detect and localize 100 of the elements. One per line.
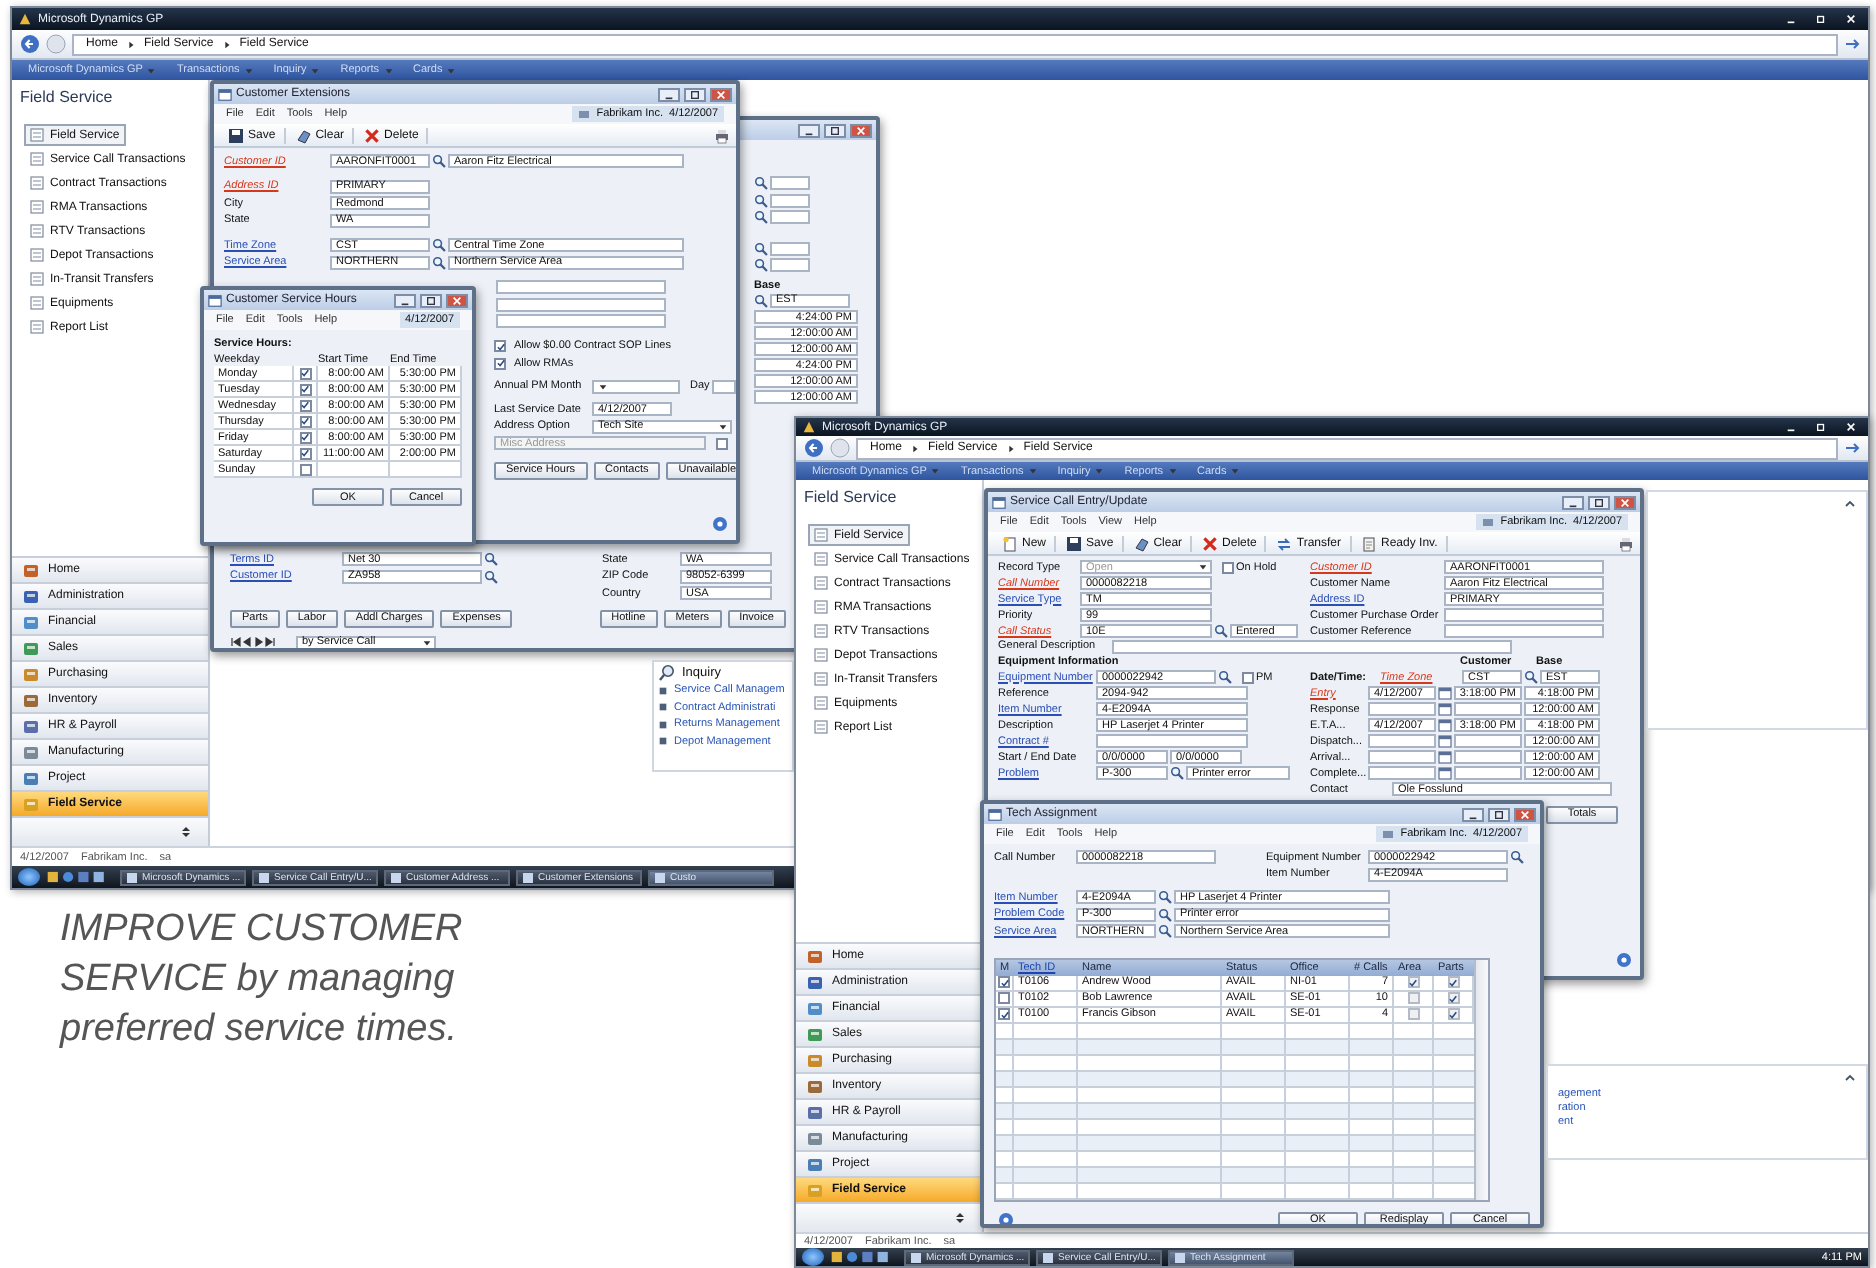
date-field[interactable] <box>1368 702 1436 716</box>
help-icon[interactable] <box>998 1212 1014 1224</box>
help-icon[interactable] <box>712 516 728 532</box>
maximize-icon <box>690 89 700 99</box>
checkbox[interactable] <box>299 447 311 459</box>
search-icon[interactable] <box>754 258 768 273</box>
checkbox[interactable] <box>1242 671 1254 683</box>
date-field[interactable] <box>1368 734 1436 748</box>
window-icon <box>258 871 270 883</box>
bullet-icon <box>658 736 668 747</box>
back-icon[interactable] <box>804 438 824 458</box>
input-field[interactable] <box>770 241 810 256</box>
maximize-button[interactable] <box>684 87 706 101</box>
date-field[interactable] <box>1368 766 1436 780</box>
input-field[interactable] <box>496 297 666 312</box>
calendar-icon[interactable] <box>1438 702 1452 716</box>
search-icon[interactable] <box>1218 670 1232 684</box>
caret-icon <box>1167 466 1178 476</box>
input-field[interactable] <box>770 258 810 273</box>
search-icon[interactable] <box>484 569 498 584</box>
start-button[interactable] <box>802 1248 824 1266</box>
list-icon <box>30 320 44 334</box>
chevron-icon <box>910 443 921 453</box>
maximize-button[interactable] <box>1488 807 1510 821</box>
search-icon[interactable] <box>1214 624 1228 638</box>
input-field[interactable] <box>1444 608 1604 622</box>
input-field[interactable] <box>711 379 736 394</box>
description-input[interactable] <box>1112 639 1512 653</box>
input-field[interactable] <box>496 280 666 295</box>
checkbox[interactable] <box>299 367 311 379</box>
search-icon[interactable] <box>1510 850 1524 865</box>
time-field[interactable] <box>1454 766 1522 780</box>
refresh-icon[interactable] <box>1844 440 1860 456</box>
search-icon[interactable] <box>432 238 446 253</box>
checkbox[interactable] <box>299 463 311 475</box>
list-icon <box>814 648 828 662</box>
input-field[interactable] <box>496 314 666 329</box>
checkbox[interactable] <box>998 976 1010 988</box>
caret-icon <box>422 637 432 647</box>
checkbox[interactable] <box>998 992 1010 1004</box>
input-field[interactable] <box>770 193 810 208</box>
list-icon <box>814 720 828 734</box>
checkbox[interactable] <box>299 415 311 427</box>
time-field[interactable] <box>1454 750 1522 764</box>
date-field[interactable] <box>1368 750 1436 764</box>
maximize-button[interactable] <box>824 123 846 137</box>
close-icon <box>856 125 866 135</box>
printer-icon[interactable] <box>714 127 730 143</box>
caret-icon <box>1094 466 1105 476</box>
checkbox[interactable] <box>299 431 311 443</box>
maximize-button[interactable] <box>1588 495 1610 509</box>
checkbox[interactable] <box>1407 992 1419 1004</box>
search-icon[interactable] <box>754 210 768 225</box>
input-field[interactable] <box>770 210 810 225</box>
maximize-icon <box>1494 809 1504 819</box>
checkbox[interactable] <box>299 383 311 395</box>
help-icon[interactable] <box>1616 952 1632 968</box>
checkbox[interactable] <box>1447 992 1459 1004</box>
input-field[interactable] <box>1096 734 1248 748</box>
search-icon[interactable] <box>484 552 498 567</box>
checkbox[interactable] <box>1222 561 1234 573</box>
magnifier-icon <box>658 664 676 683</box>
search-icon[interactable] <box>754 193 768 208</box>
calendar-icon[interactable] <box>1438 734 1452 748</box>
checkbox[interactable] <box>998 1008 1010 1020</box>
search-icon[interactable] <box>1158 907 1172 922</box>
input-field[interactable] <box>1444 624 1604 638</box>
search-icon[interactable] <box>1524 670 1538 684</box>
checkbox[interactable] <box>716 437 728 450</box>
maximize-button[interactable] <box>420 293 442 307</box>
collapse-icon[interactable] <box>1844 498 1856 510</box>
checkbox[interactable] <box>1407 1008 1419 1020</box>
checkbox[interactable] <box>299 399 311 411</box>
calendar-icon[interactable] <box>1438 718 1452 732</box>
refresh-icon[interactable] <box>1844 36 1860 52</box>
time-field[interactable] <box>1454 702 1522 716</box>
search-icon[interactable] <box>1158 890 1172 905</box>
checkbox[interactable] <box>494 357 506 370</box>
input-field[interactable] <box>770 176 810 191</box>
search-icon[interactable] <box>432 255 446 270</box>
back-icon[interactable] <box>20 34 40 54</box>
printer-icon[interactable] <box>1618 535 1634 551</box>
scrollbar[interactable] <box>1474 959 1488 1199</box>
time-field[interactable] <box>1454 734 1522 748</box>
search-icon[interactable] <box>754 241 768 256</box>
checkbox[interactable] <box>1447 976 1459 988</box>
search-icon[interactable] <box>1158 924 1172 939</box>
calendar-icon[interactable] <box>1438 686 1452 700</box>
checkbox[interactable] <box>1407 976 1419 988</box>
start-button[interactable] <box>18 868 40 886</box>
search-icon[interactable] <box>1170 766 1184 780</box>
search-icon[interactable] <box>754 176 768 191</box>
list-icon <box>30 224 44 238</box>
calendar-icon[interactable] <box>1438 766 1452 780</box>
collapse-icon[interactable] <box>1844 1072 1856 1084</box>
checkbox[interactable] <box>1447 1008 1459 1020</box>
search-icon[interactable] <box>754 293 768 308</box>
checkbox[interactable] <box>494 340 506 353</box>
calendar-icon[interactable] <box>1438 750 1452 764</box>
search-icon[interactable] <box>432 154 446 169</box>
